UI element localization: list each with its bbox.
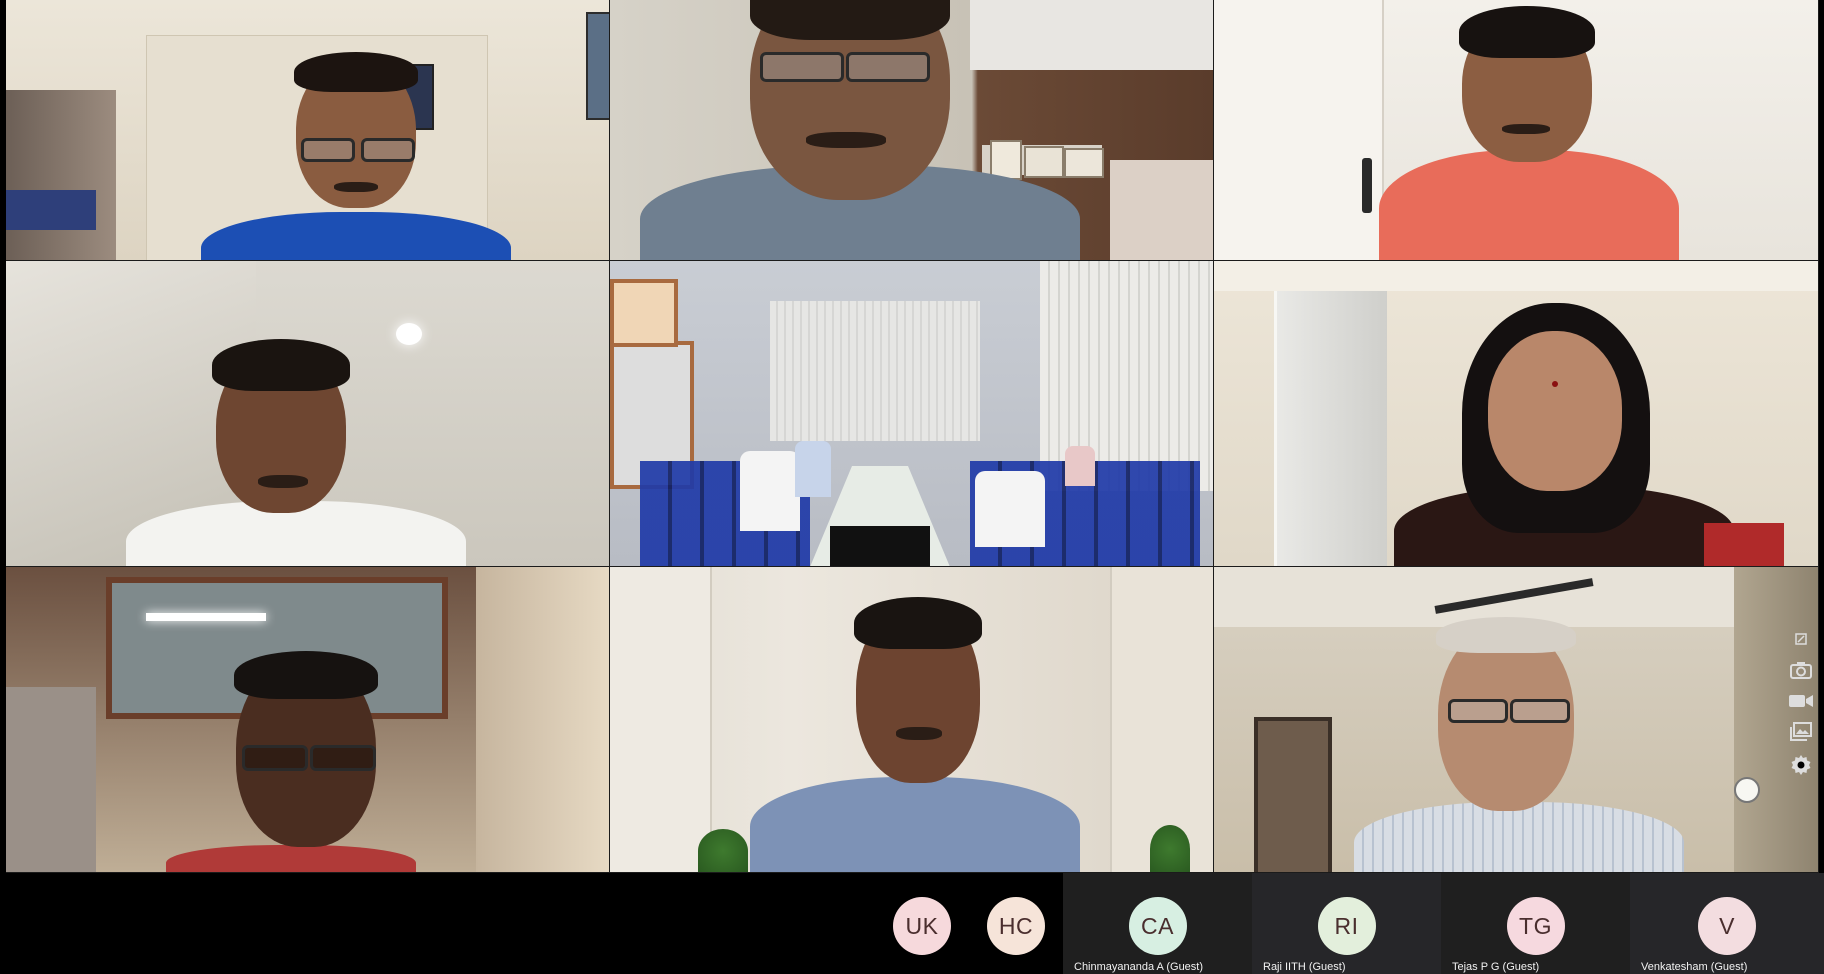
- participant-strip: UK HC CA Chinmayananda A (Guest) RI Raji…: [0, 873, 1824, 974]
- door: [1214, 0, 1384, 260]
- person-hair: [1459, 6, 1595, 58]
- glasses: [310, 745, 376, 771]
- person-shirt: [166, 845, 416, 872]
- cabinet: [6, 687, 96, 872]
- ceiling-light: [396, 323, 422, 345]
- wall-picture: [586, 12, 609, 120]
- mustache: [806, 132, 886, 148]
- person-seated: [795, 441, 831, 497]
- participant-tile[interactable]: V Venkatesham (Guest): [1630, 873, 1824, 974]
- plant: [698, 829, 748, 872]
- video-tile-8[interactable]: [610, 567, 1214, 873]
- mustache: [258, 475, 308, 488]
- participant-tile[interactable]: UK: [892, 873, 952, 974]
- video-tile-5[interactable]: [610, 261, 1214, 567]
- glasses: [760, 52, 844, 82]
- bindi: [1552, 381, 1558, 387]
- bed: [1110, 160, 1213, 260]
- side-wall: [476, 567, 609, 872]
- person-seated: [975, 471, 1045, 547]
- camera-side-controls: [1786, 628, 1816, 776]
- mustache: [1502, 124, 1550, 134]
- monitor: [830, 526, 930, 566]
- video-tile-7[interactable]: [6, 567, 610, 873]
- person-shirt: [1354, 802, 1684, 872]
- person-hair: [854, 597, 982, 649]
- participant-tile[interactable]: RI Raji IITH (Guest): [1252, 873, 1441, 974]
- ceiling: [1214, 261, 1818, 291]
- pin-icon[interactable]: [1788, 630, 1814, 648]
- photo-frame: [1024, 146, 1064, 178]
- participant-tile[interactable]: TG Tejas P G (Guest): [1441, 873, 1630, 974]
- meeting-window: UK HC CA Chinmayananda A (Guest) RI Raji…: [0, 0, 1824, 974]
- participant-name: Venkatesham (Guest): [1641, 961, 1748, 973]
- wall-clock: [1734, 777, 1760, 803]
- person-hair: [294, 52, 418, 92]
- chair-shadow: [6, 90, 116, 260]
- window: [1254, 717, 1332, 872]
- snapshot-camera-icon[interactable]: [1788, 660, 1814, 680]
- person-hair: [750, 0, 950, 40]
- mustache: [334, 182, 378, 192]
- video-tile-9[interactable]: [1214, 567, 1819, 873]
- participant-name: Tejas P G (Guest): [1452, 961, 1540, 973]
- participant-name: Raji IITH (Guest): [1263, 961, 1346, 973]
- glasses: [846, 52, 930, 82]
- video-grid: [6, 0, 1819, 873]
- participant-avatar: V: [1698, 897, 1756, 955]
- chair-blue: [6, 190, 96, 230]
- participant-avatar: UK: [893, 897, 951, 955]
- video-camera-icon[interactable]: [1788, 692, 1814, 710]
- glasses: [361, 138, 415, 162]
- mustache: [896, 727, 942, 740]
- wood-window: [610, 279, 678, 347]
- video-tile-4[interactable]: [6, 261, 610, 567]
- video-tile-3[interactable]: [1214, 0, 1819, 261]
- door-handle: [1362, 158, 1372, 213]
- photo-frame: [1064, 148, 1104, 178]
- person-shirt: [1379, 150, 1679, 260]
- participant-avatar: HC: [987, 897, 1045, 955]
- participant-avatar: RI: [1317, 897, 1376, 955]
- person-hair: [1436, 617, 1576, 653]
- plant: [1150, 825, 1190, 872]
- gallery-icon[interactable]: [1788, 722, 1814, 742]
- video-tile-2[interactable]: [610, 0, 1214, 261]
- glass-door: [1274, 261, 1387, 566]
- person-shirt: [750, 777, 1080, 872]
- person-face: [1488, 331, 1622, 491]
- person-seated: [1065, 446, 1095, 486]
- participant-tile[interactable]: HC: [986, 873, 1046, 974]
- glasses: [301, 138, 355, 162]
- person-seated: [740, 451, 800, 531]
- glasses: [242, 745, 308, 771]
- participant-tile[interactable]: CA Chinmayananda A (Guest): [1063, 873, 1252, 974]
- participant-avatar: TG: [1506, 897, 1565, 955]
- window-blinds: [770, 301, 980, 441]
- person-hair: [234, 651, 378, 699]
- participant-name: Chinmayananda A (Guest): [1074, 961, 1204, 973]
- video-tile-1[interactable]: [6, 0, 610, 261]
- glasses: [1510, 699, 1570, 723]
- wall-panel: [610, 567, 712, 872]
- glasses: [1448, 699, 1508, 723]
- person-hair: [212, 339, 350, 391]
- red-scarf: [1704, 523, 1784, 566]
- ceiling: [970, 0, 1213, 70]
- participant-avatar: CA: [1128, 897, 1187, 955]
- settings-gear-icon[interactable]: [1788, 754, 1814, 776]
- tube-light: [146, 613, 266, 621]
- video-tile-6[interactable]: [1214, 261, 1819, 567]
